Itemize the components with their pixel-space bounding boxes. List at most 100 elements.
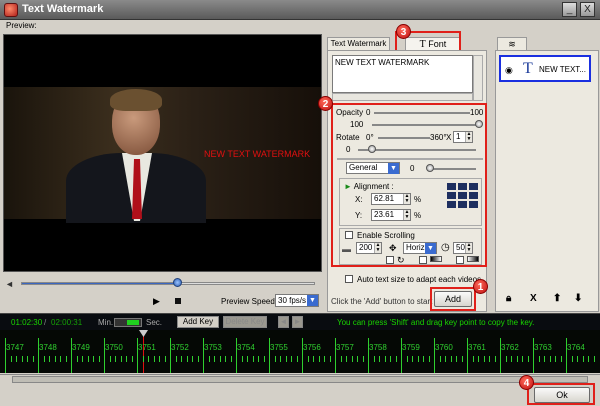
minimize-button[interactable]: _ (562, 2, 577, 17)
timeline-scroll-thumb[interactable] (12, 376, 588, 383)
watermark-text-input[interactable]: NEW TEXT WATERMARK (332, 55, 473, 93)
close-button[interactable]: X (580, 2, 595, 17)
rotate-times-label: X (446, 133, 452, 142)
rotate-multiplier-input[interactable]: 1 ▲ ▼ (453, 131, 473, 143)
highlight-box-1 (430, 287, 476, 311)
play-icon[interactable]: ▶ (153, 296, 160, 307)
timeline-ruler[interactable]: 3747 3748 3749 3750 3751 3752 3753 3754 3755 3756… (0, 330, 600, 373)
lock-icon[interactable]: 🔒︎ (506, 293, 511, 304)
spin-icon[interactable]: ▲ ▼ (403, 194, 410, 204)
ruler-tick (192, 356, 193, 362)
scroll-direction-select[interactable]: Horiz ▼ (403, 242, 437, 254)
ruler-tick (263, 356, 265, 362)
ruler-tick (439, 356, 441, 362)
align-bottom-left[interactable] (447, 201, 456, 208)
ruler-label: 3753 (204, 343, 222, 352)
delete-key-button[interactable]: Delete Key (223, 316, 267, 328)
preview-speed-select[interactable]: 30 fps/s ▼ (275, 294, 319, 307)
move-up-icon[interactable]: ⬆ (553, 293, 561, 304)
ruler-tick (450, 356, 452, 362)
zoom-slider[interactable] (114, 318, 142, 327)
align-bottom-right[interactable] (469, 201, 478, 208)
ruler-tick (302, 338, 303, 373)
title-bar: Text Watermark _ X (0, 0, 600, 20)
y-position-input[interactable]: 23.61 ▲ ▼ (371, 209, 411, 221)
ruler-tick (10, 356, 12, 362)
add-key-button[interactable]: Add Key (177, 316, 219, 328)
preset-select[interactable]: General ▼ (346, 162, 400, 174)
preset-slider[interactable] (428, 168, 476, 170)
opacity-slider[interactable] (372, 124, 476, 126)
reverse-checkbox[interactable] (456, 256, 464, 264)
clock-icon: ◷ (441, 242, 450, 253)
volume-icon[interactable]: ◄ (5, 279, 14, 289)
seek-knob[interactable] (173, 278, 182, 287)
eye-icon[interactable]: ◉ (505, 65, 513, 76)
text-vertical-scrollbar[interactable] (473, 55, 483, 101)
playhead-handle[interactable] (139, 330, 148, 337)
ruler-tick (423, 356, 424, 362)
ruler-tick (181, 356, 182, 362)
align-top-left[interactable] (447, 183, 456, 190)
alignment-grid[interactable] (447, 183, 478, 208)
move-down-icon[interactable]: ⬇ (574, 293, 582, 304)
prev-key-icon[interactable]: ◄ (278, 316, 289, 328)
divider (337, 158, 483, 160)
seek-bar[interactable] (21, 282, 315, 285)
auto-text-size-checkbox[interactable] (345, 275, 353, 283)
ruler-tick (351, 356, 353, 362)
ruler-tick (38, 338, 39, 373)
timeline-scrollbar[interactable] (0, 374, 600, 384)
chevron-down-icon[interactable]: ▼ (307, 295, 318, 306)
list-item[interactable]: ◉ T NEW TEXT... (499, 55, 591, 82)
next-key-icon[interactable]: ► (292, 316, 303, 328)
ruler-tick (71, 338, 72, 373)
zoom-sec-label: Sec. (146, 318, 163, 327)
delete-icon[interactable]: X (530, 293, 537, 304)
opacity-slider-knob[interactable] (475, 120, 483, 128)
ruler-tick (159, 356, 160, 362)
video-preview: NEW TEXT WATERMARK (3, 34, 322, 272)
ruler-tick (533, 338, 534, 373)
scroll-speed-input[interactable]: 200 ▲ ▼ (356, 242, 382, 254)
ruler-tick (340, 356, 342, 362)
ruler-label: 3750 (105, 343, 123, 352)
ruler-tick (313, 356, 314, 362)
rotate-max: 360° (430, 133, 447, 142)
align-top-right[interactable] (469, 183, 478, 190)
fade-checkbox[interactable] (419, 256, 427, 264)
align-center[interactable] (458, 192, 467, 199)
stop-icon[interactable] (175, 298, 181, 304)
text-horizontal-scrollbar[interactable] (332, 93, 473, 101)
spin-icon[interactable]: ▲ ▼ (403, 210, 410, 220)
enable-scrolling-checkbox[interactable] (345, 231, 353, 239)
align-middle-left[interactable] (447, 192, 456, 199)
ruler-label: 3759 (402, 343, 420, 352)
ruler-tick (98, 356, 100, 362)
spin-icon[interactable]: ▲ ▼ (465, 132, 472, 142)
tab-text-watermark[interactable]: Text Watermark (327, 37, 390, 51)
spin-icon[interactable]: ▲ ▼ (374, 243, 381, 253)
ruler-tick (131, 356, 133, 362)
spin-icon[interactable]: ▲ ▼ (465, 243, 472, 253)
rotate-multiplier-value: 1 (456, 132, 461, 141)
list-tab[interactable]: ≋ (497, 37, 527, 51)
ruler-label: 3747 (6, 343, 24, 352)
chevron-down-icon[interactable]: ▼ (388, 163, 399, 174)
loop-checkbox[interactable] (386, 256, 394, 264)
rotate-slider-knob[interactable] (368, 145, 376, 153)
x-position-value: 62.81 (374, 194, 395, 203)
align-top-center[interactable] (458, 183, 467, 190)
chevron-down-icon[interactable]: ▼ (425, 243, 436, 254)
preset-slider-knob[interactable] (426, 164, 434, 172)
ruler-tick (93, 356, 94, 362)
watermark-overlay[interactable]: NEW TEXT WATERMARK (204, 149, 310, 159)
scroll-duration-input[interactable]: 50 ▲ ▼ (453, 242, 473, 254)
enable-scrolling-label: Enable Scrolling (357, 231, 415, 240)
x-position-input[interactable]: 62.81 ▲ ▼ (371, 193, 411, 205)
ruler-tick (49, 356, 50, 362)
align-bottom-center[interactable] (458, 201, 467, 208)
align-middle-right[interactable] (469, 192, 478, 199)
ruler-tick (588, 356, 589, 362)
zoom-slider-thumb[interactable] (127, 320, 139, 325)
